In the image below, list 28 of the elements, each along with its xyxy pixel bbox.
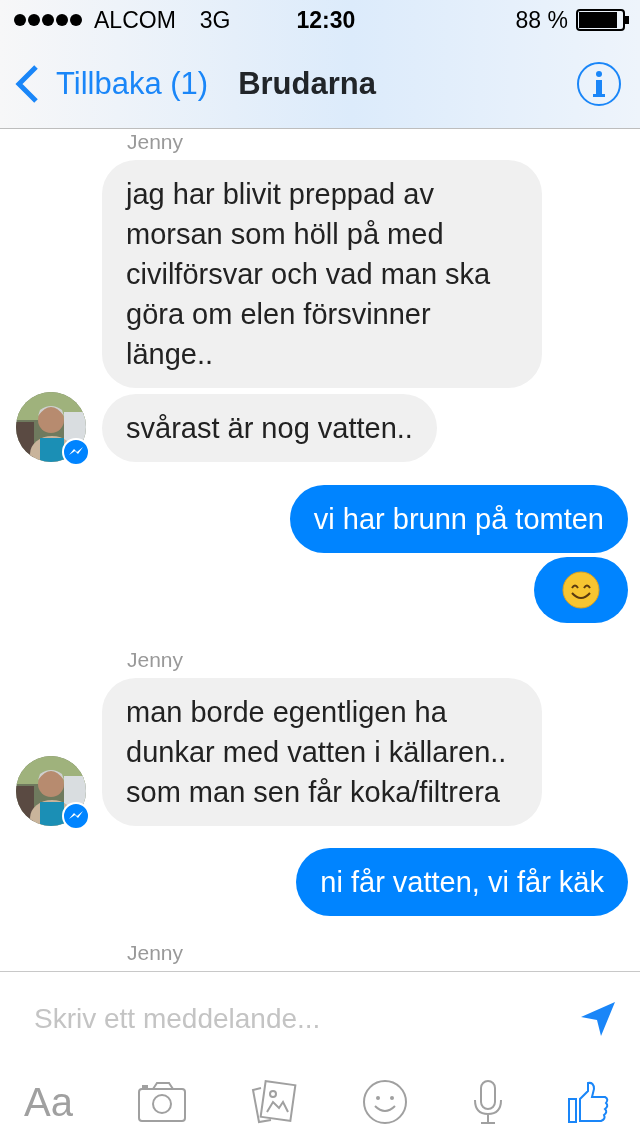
messenger-badge-icon: [62, 801, 90, 830]
messenger-badge-icon: [62, 438, 90, 466]
battery-percent: 88 %: [515, 5, 568, 35]
info-icon[interactable]: [576, 61, 622, 107]
chat-title: Brudarna: [238, 64, 376, 103]
camera-icon[interactable]: [137, 1082, 186, 1122]
clock: 12:30: [296, 5, 356, 35]
message-bubble: jag har blivit preppad av morsan som höll på med civilförsvar och vad man ska göra om elen försvinner länge..: [102, 160, 542, 388]
sender-name: Jenny: [127, 942, 185, 963]
message-field[interactable]: Skriv ett meddelande...: [32, 997, 580, 1041]
sender-name: Jenny: [127, 131, 185, 152]
battery-icon: [576, 8, 630, 32]
message-bubble: man borde egentligen ha dunkar med vatten i källaren.. som man sen får koka/filtrera: [102, 677, 542, 826]
smiley-icon: [562, 570, 600, 609]
smiley-icon[interactable]: [361, 1079, 408, 1125]
send-icon[interactable]: [580, 1001, 616, 1037]
photos-icon[interactable]: [250, 1080, 297, 1124]
font-button[interactable]: Aa: [24, 1072, 73, 1132]
back-button[interactable]: Tillbaka (1): [14, 60, 209, 108]
chevron-icon: [14, 64, 40, 104]
microphone-icon[interactable]: [472, 1080, 503, 1124]
network-type: 3G: [199, 5, 231, 35]
message-bubble: svårast är nog vatten..: [102, 394, 437, 462]
message-bubble: vi har brunn på tomten: [289, 484, 628, 553]
carrier-name: ALCOM: [94, 5, 176, 35]
thumbs-up-icon[interactable]: [567, 1081, 610, 1123]
message-bubble: ni får vatten, vi får käk: [296, 848, 628, 916]
sender-name: Jenny: [127, 648, 185, 670]
